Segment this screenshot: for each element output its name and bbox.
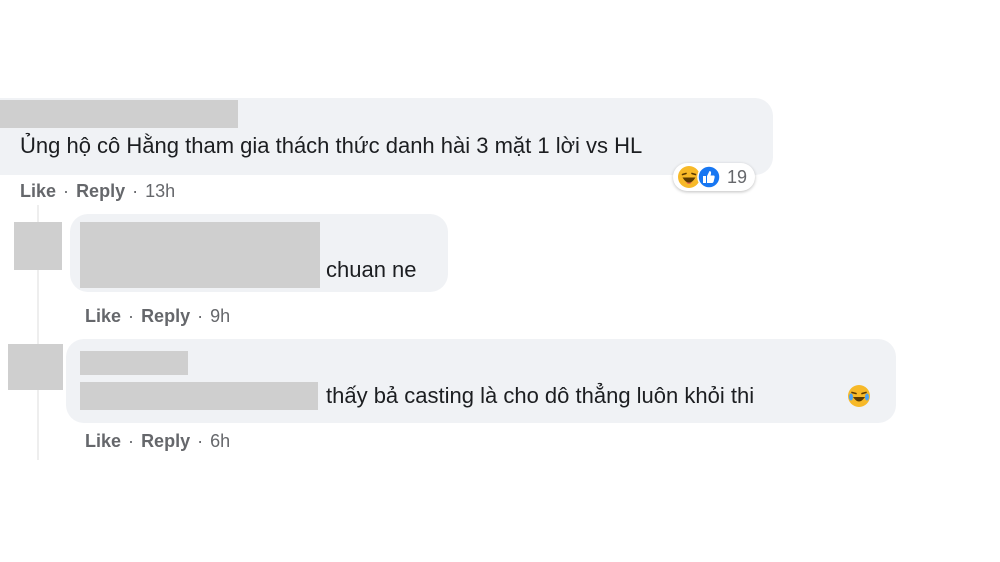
reaction-count-1: 19 [727, 166, 748, 187]
timestamp-2[interactable]: 9h [210, 306, 230, 326]
redacted-username-2 [80, 222, 320, 288]
like-link-1[interactable]: Like [20, 181, 56, 201]
separator: · [63, 181, 70, 201]
separator: · [128, 306, 135, 326]
comment-text-3: thấy bả casting là cho dô thẳng luôn khỏ… [326, 383, 755, 408]
timestamp-3[interactable]: 6h [210, 431, 230, 451]
reaction-summary-1[interactable]: 19 [673, 163, 756, 191]
reply-link-2[interactable]: Reply [141, 306, 190, 326]
comment-actions-3: Like · Reply · 6h [85, 431, 230, 452]
reply-link-1[interactable]: Reply [76, 181, 125, 201]
comment-bubble-3 [66, 339, 896, 423]
separator: · [128, 431, 135, 451]
like-icon [697, 165, 721, 189]
reply-link-3[interactable]: Reply [141, 431, 190, 451]
comment-text-1: Ủng hộ cô Hằng tham gia thách thức danh … [20, 133, 643, 158]
laughing-crying-icon [848, 385, 870, 407]
separator: · [197, 431, 204, 451]
redacted-username-1 [0, 100, 238, 128]
timestamp-1[interactable]: 13h [145, 181, 175, 201]
like-link-2[interactable]: Like [85, 306, 121, 326]
avatar-2[interactable] [14, 222, 62, 270]
separator: · [197, 306, 204, 326]
redacted-text-3 [80, 382, 318, 410]
like-link-3[interactable]: Like [85, 431, 121, 451]
comment-actions-1: Like · Reply · 13h [20, 181, 175, 202]
redacted-username-3 [80, 351, 188, 375]
comment-text-2: chuan ne [326, 257, 417, 282]
separator: · [132, 181, 139, 201]
comment-actions-2: Like · Reply · 9h [85, 306, 230, 327]
avatar-3[interactable] [8, 344, 63, 390]
